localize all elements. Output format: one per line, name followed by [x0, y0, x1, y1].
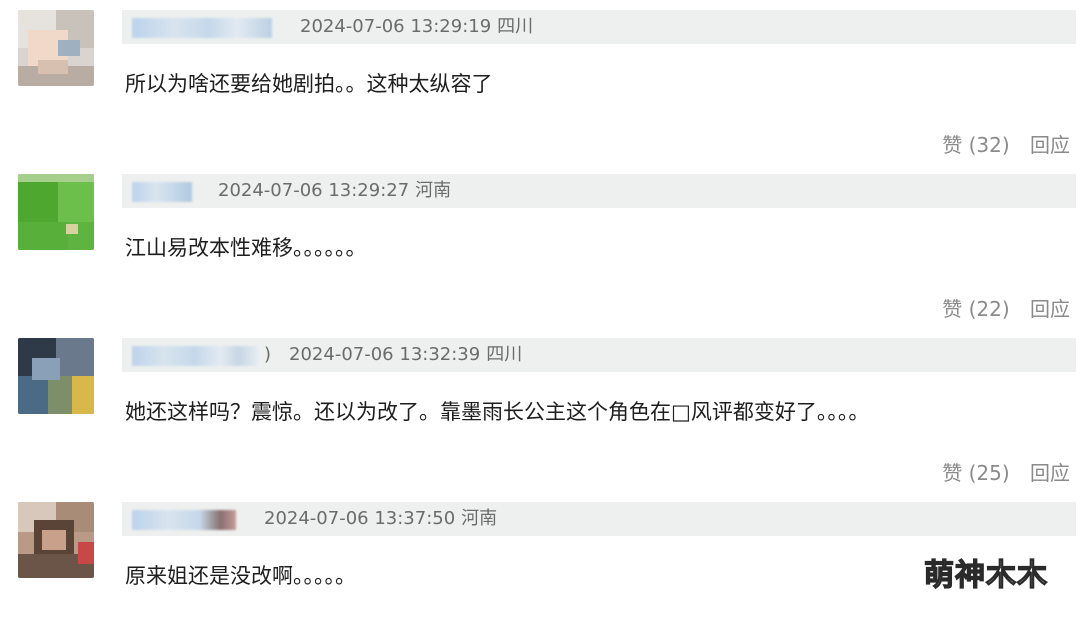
location: 河南 [461, 508, 498, 529]
avatar[interactable] [18, 338, 94, 414]
timestamp: 2024-07-06 13:29:19 [300, 16, 492, 37]
comment-meta-bar: 2024-07-06 13:29:19 四川 [122, 10, 1076, 44]
reply-button[interactable]: 回应 [1030, 297, 1070, 321]
comment-meta-bar: 2024-07-06 13:29:27 河南 [122, 174, 1076, 208]
comment-actions: 赞 (32) 回应 [942, 132, 1070, 158]
timestamp: 2024-07-06 13:32:39 [289, 344, 481, 365]
reply-button[interactable]: 回应 [1030, 461, 1070, 485]
comment-meta-bar: 2024-07-06 13:37:50 河南 [122, 502, 1076, 536]
watermark-text: 萌神木木 [923, 557, 1048, 593]
avatar[interactable] [18, 502, 94, 578]
reply-button[interactable]: 回应 [1030, 133, 1070, 157]
comment-meta: ) 2024-07-06 13:32:39 四川 [264, 343, 528, 367]
comment-text: 原来姐还是没改啊。。。。。 [125, 564, 356, 588]
username-blurred[interactable] [132, 510, 236, 530]
avatar[interactable] [18, 174, 94, 250]
comment-meta: 2024-07-06 13:37:50 河南 [264, 507, 503, 531]
location: 河南 [415, 180, 452, 201]
username-blurred[interactable] [132, 18, 272, 38]
like-button[interactable]: 赞 (22) [942, 297, 1009, 321]
comment-text: 江山易改本性难移。。。。。。 [125, 236, 367, 260]
avatar[interactable] [18, 10, 94, 86]
timestamp: 2024-07-06 13:37:50 [264, 508, 456, 529]
location: 四川 [486, 344, 523, 365]
comment-text: 所以为啥还要给她剧拍。。这种太纵容了 [125, 72, 493, 96]
comment-actions: 赞 (22) 回应 [942, 296, 1070, 322]
comment-actions: 赞 (25) 回应 [942, 460, 1070, 486]
username-blurred[interactable] [132, 182, 192, 202]
comment-meta-bar: ) 2024-07-06 13:32:39 四川 [122, 338, 1076, 372]
comment-meta: 2024-07-06 13:29:27 河南 [218, 179, 457, 203]
location: 四川 [497, 16, 534, 37]
comment-text: 她还这样吗？震惊。还以为改了。靠墨雨长公主这个角色在□风评都变好了。。。。 [125, 400, 870, 424]
comment-meta: 2024-07-06 13:29:19 四川 [300, 15, 539, 39]
like-button[interactable]: 赞 (32) [942, 133, 1009, 157]
comment-list: 2024-07-06 13:29:19 四川 所以为啥还要给她剧拍。。这种太纵容了… [0, 0, 1080, 617]
timestamp: 2024-07-06 13:29:27 [218, 180, 410, 201]
username-suffix: ) [264, 344, 272, 365]
like-button[interactable]: 赞 (25) [942, 461, 1009, 485]
username-blurred[interactable] [132, 346, 258, 366]
